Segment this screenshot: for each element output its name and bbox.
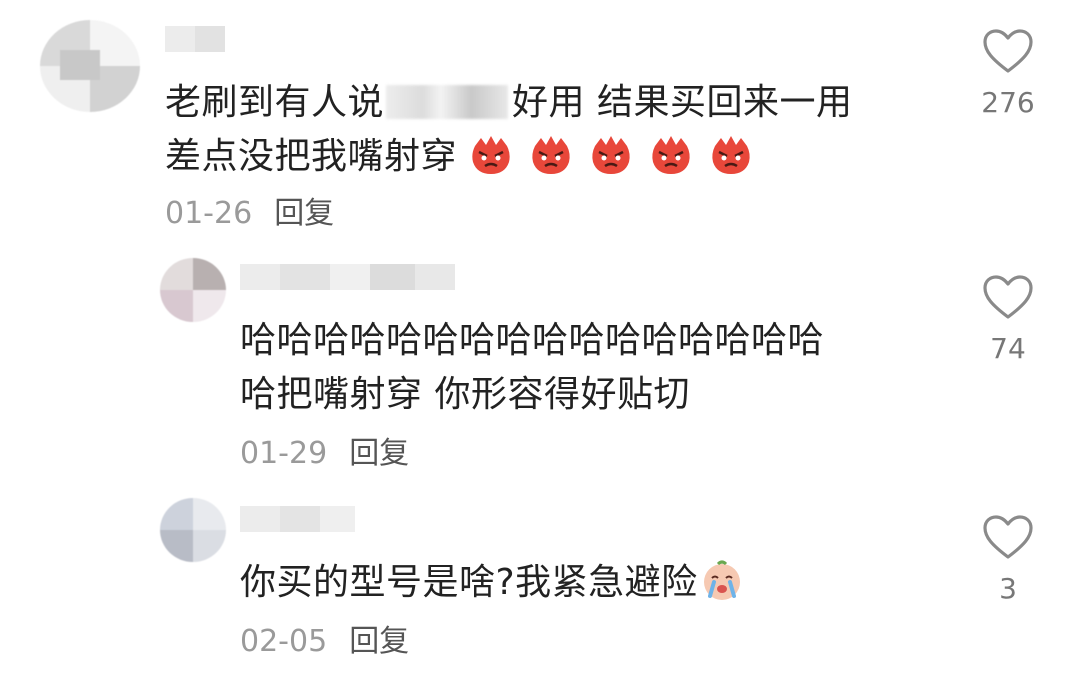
heart-icon [983,515,1033,559]
comment-text-line-2: 差点没把我嘴射穿 [165,129,757,185]
username[interactable] [240,264,455,290]
heart-icon [983,275,1033,319]
like-button[interactable]: 3 [968,514,1048,605]
angry-face-icon [589,136,649,177]
avatar[interactable] [40,20,140,112]
like-button[interactable]: 276 [968,28,1048,119]
angry-face-icon [469,136,529,177]
crying-face-icon [698,560,748,603]
comment-date: 01-29 [240,436,328,471]
reply-button[interactable]: 回复 [349,436,409,471]
reply-button[interactable]: 回复 [349,624,409,659]
comment-text-line-2: 哈把嘴射穿 你形容得好贴切 [240,374,690,415]
like-count: 276 [981,86,1035,119]
redacted-text [386,85,509,119]
avatar[interactable] [160,258,226,322]
comment-meta: 02-05 回复 [240,616,409,660]
username[interactable] [165,26,225,52]
comment-1: 老刷到有人说 好用 结果买回来一用 差点没把我嘴射穿 01-26 回复 276 [0,0,1080,240]
angry-face-icon [529,136,589,177]
comment-date: 01-26 [165,196,253,231]
like-count: 74 [990,332,1026,365]
heart-icon [983,29,1033,73]
comment-text: 你买的型号是啥?我紧急避险 [240,555,748,611]
like-button[interactable]: 74 [968,274,1048,365]
comment-text: 老刷到有人说 好用 结果买回来一用 [165,82,853,123]
comment-2: 哈哈哈哈哈哈哈哈哈哈哈哈哈哈哈哈 哈把嘴射穿 你形容得好贴切 01-29 回复 7… [0,240,1080,480]
comment-date: 02-05 [240,624,328,659]
comment-meta: 01-29 回复 [240,428,409,472]
angry-face-icon [649,136,709,177]
avatar[interactable] [160,498,226,562]
username[interactable] [240,506,355,532]
comment-3: 你买的型号是啥?我紧急避险 02-05 回复 3 [0,480,1080,674]
comment-meta: 01-26 回复 [165,188,334,232]
angry-face-icon [709,136,757,177]
comment-text: 哈哈哈哈哈哈哈哈哈哈哈哈哈哈哈哈 [240,320,825,361]
like-count: 3 [999,572,1017,605]
reply-button[interactable]: 回复 [274,196,334,231]
